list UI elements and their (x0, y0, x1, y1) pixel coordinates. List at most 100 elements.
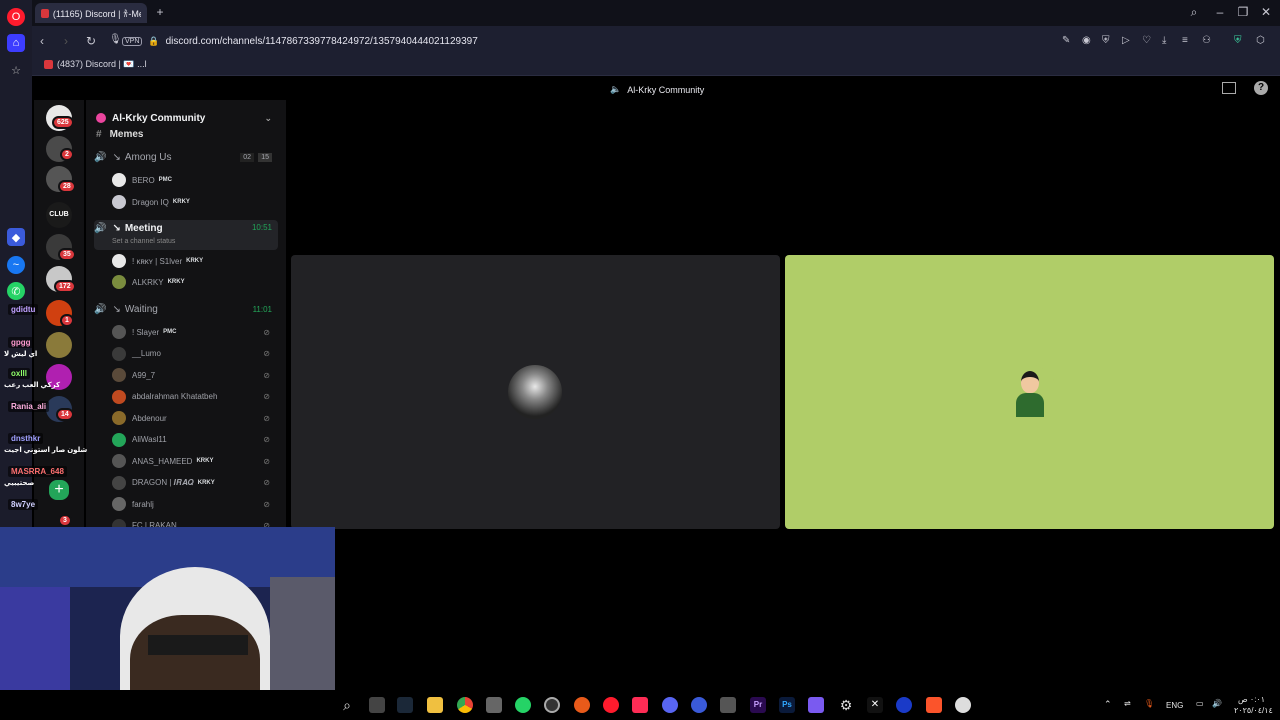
file-explorer-icon[interactable] (427, 697, 443, 713)
settings-icon[interactable]: ⚙ (838, 697, 854, 713)
download-icon[interactable]: ⤓ (1162, 35, 1166, 46)
discord-icon[interactable] (662, 697, 678, 713)
voice-member[interactable]: __Lumo ⊘ (112, 345, 282, 363)
whatsapp-icon[interactable] (515, 697, 531, 713)
app-icon-orange[interactable] (574, 697, 590, 713)
camera-icon[interactable]: ◉ (1082, 35, 1091, 46)
voice-title-text: Al-Krky Community (627, 84, 705, 95)
chat-username: oxlll (8, 368, 31, 379)
language-indicator[interactable]: ENG (1166, 701, 1183, 710)
heart-icon[interactable]: ♡ (1142, 35, 1151, 46)
voice-member[interactable]: BERO PMC (112, 171, 282, 189)
member-name: ! Slayer (132, 327, 160, 337)
photoshop-icon[interactable]: Ps (779, 697, 795, 713)
chat-username: Rania_ali (8, 401, 50, 412)
reload-icon[interactable]: ↻ (86, 34, 96, 48)
menu-icon[interactable]: ≡ (1182, 35, 1188, 46)
profile-icon[interactable]: ⚇ (1202, 35, 1211, 46)
chrome-icon[interactable] (457, 697, 473, 713)
chat-username: dnsthkr (8, 433, 44, 444)
server-name: Al-Krky Community (112, 112, 206, 124)
chat-message: صحتيبيي (4, 480, 35, 487)
voice-member[interactable]: abdalrahman Khatatbeh ⊘ (112, 388, 282, 406)
bookmark-item[interactable]: (4837) Discord | 💌 ...l (44, 59, 147, 70)
app-icon-grey[interactable] (720, 697, 736, 713)
shield-icon[interactable]: ⛨ (1102, 35, 1110, 46)
opera-logo-icon[interactable]: O (7, 8, 25, 26)
star-icon[interactable]: ☆ (7, 61, 25, 79)
premiere-icon[interactable]: Pr (750, 697, 766, 713)
video-tile-right[interactable] (785, 255, 1274, 529)
app-icon-blue[interactable] (691, 697, 707, 713)
windows-search-icon[interactable]: ⌕ (339, 697, 355, 713)
search-icon[interactable]: ⌕ (1186, 5, 1202, 20)
url-field[interactable]: VPN 🔒 discord.com/channels/1147867339778… (122, 30, 1052, 52)
popout-icon[interactable] (1222, 82, 1236, 94)
voice-member[interactable]: ! ᴋʀᴋʏ | S1lver KRKY (112, 252, 282, 270)
opera-icon[interactable] (603, 697, 619, 713)
obs-icon[interactable] (544, 697, 560, 713)
help-icon[interactable]: ? (1254, 81, 1268, 95)
brave-icon[interactable] (926, 697, 942, 713)
video-tile-left[interactable] (291, 255, 780, 529)
voice-member[interactable]: AliWasl11 ⊘ (112, 431, 282, 449)
tiktok-icon[interactable] (632, 697, 648, 713)
voice-member[interactable]: farahlj ⊘ (112, 495, 282, 513)
voice-channel-meeting[interactable]: 🔊 ↘ Meeting 10:51 Set a channel status (94, 220, 278, 250)
microphone-icon[interactable]: 🎙 (1144, 699, 1154, 708)
avatar (112, 389, 126, 404)
voice-member[interactable]: DRAGON | 𝑰𝑹𝑨𝑸 KRKY ⊘ (112, 474, 282, 492)
whatsapp-icon[interactable]: ✆ (7, 282, 25, 300)
tray-overflow-icon[interactable]: ⌃ (1104, 699, 1112, 710)
role-tag: KRKY (197, 479, 215, 486)
steam-icon[interactable] (397, 697, 413, 713)
channel-status[interactable]: Set a channel status (112, 238, 175, 245)
forward-icon[interactable]: › (64, 34, 68, 48)
voice-member[interactable]: ! Slayer PMC ⊘ (112, 323, 282, 341)
vpn-badge[interactable]: VPN (122, 36, 143, 46)
back-icon[interactable]: ‹ (40, 34, 44, 48)
app-icon-sidebar-1[interactable]: ◆ (7, 228, 25, 246)
new-tab-button[interactable]: + (152, 5, 168, 19)
voice-member[interactable]: Dragon IQ KRKY (112, 193, 282, 211)
maximize-icon[interactable]: ❐ (1235, 5, 1251, 19)
volume-icon[interactable]: 🔊 (1212, 699, 1222, 708)
home-icon[interactable]: ⌂ (7, 34, 25, 52)
app-icon-dark-blue[interactable] (896, 697, 912, 713)
voice-channel-waiting[interactable]: 🔊 ↘ Waiting 11:01 (94, 300, 278, 318)
clock-time[interactable]: ٠:٠١ ص (1238, 695, 1265, 704)
voice-member[interactable]: Abdenour ⊘ (112, 409, 282, 427)
voice-channel-among-us[interactable]: 🔊 ↘ Among Us 02 15 (94, 148, 278, 166)
member-name: DRAGON | 𝑰𝑹𝑨𝑸 (132, 477, 194, 487)
server-icon-club[interactable]: CLUB (46, 202, 72, 228)
voice-member[interactable]: ALKRKY KRKY (112, 273, 282, 291)
game-controller-icon[interactable] (808, 697, 824, 713)
deafen-icon: ⊘ (263, 413, 270, 423)
app-icon[interactable] (486, 697, 502, 713)
vpn-shield-icon[interactable]: ⛨ (1234, 35, 1242, 46)
role-tag: PMC (158, 177, 173, 183)
task-view-icon[interactable] (369, 697, 385, 713)
minimize-icon[interactable]: – (1212, 5, 1228, 19)
streamer-webcam (0, 527, 335, 693)
extensions-icon[interactable]: ⬡ (1256, 35, 1265, 46)
tab-title: (11165) Discord | 𐀪-Meeti (52, 8, 141, 19)
edit-icon[interactable]: ✎ (1062, 35, 1070, 46)
voice-member[interactable]: A99_7 ⊘ (112, 366, 282, 384)
network-icon[interactable]: ⇌ (1124, 699, 1131, 708)
messenger-icon[interactable]: ~ (7, 256, 25, 274)
server-header[interactable]: Al-Krky Community ⌄ (86, 108, 286, 128)
app-icon-white[interactable] (955, 697, 971, 713)
close-icon[interactable]: ✕ (1258, 5, 1274, 19)
deafen-icon: ⊘ (263, 435, 270, 444)
display-icon[interactable]: ▭ (1196, 699, 1204, 708)
clock-date[interactable]: ٢٠٢٥/٠٤/١٤ (1234, 706, 1273, 715)
chevron-down-icon[interactable]: ⌄ (264, 113, 272, 124)
avatar (112, 173, 126, 187)
play-icon[interactable]: ▷ (1122, 35, 1130, 46)
capcut-icon[interactable]: ✕ (867, 697, 883, 713)
browser-tab-active[interactable]: (11165) Discord | 𐀪-Meeti (35, 3, 147, 23)
voice-member[interactable]: ANAS_HAMEED KRKY ⊘ (112, 452, 282, 470)
microphone-icon[interactable]: 🎙 (109, 34, 122, 45)
channel-memes[interactable]: # Memes (94, 128, 278, 140)
